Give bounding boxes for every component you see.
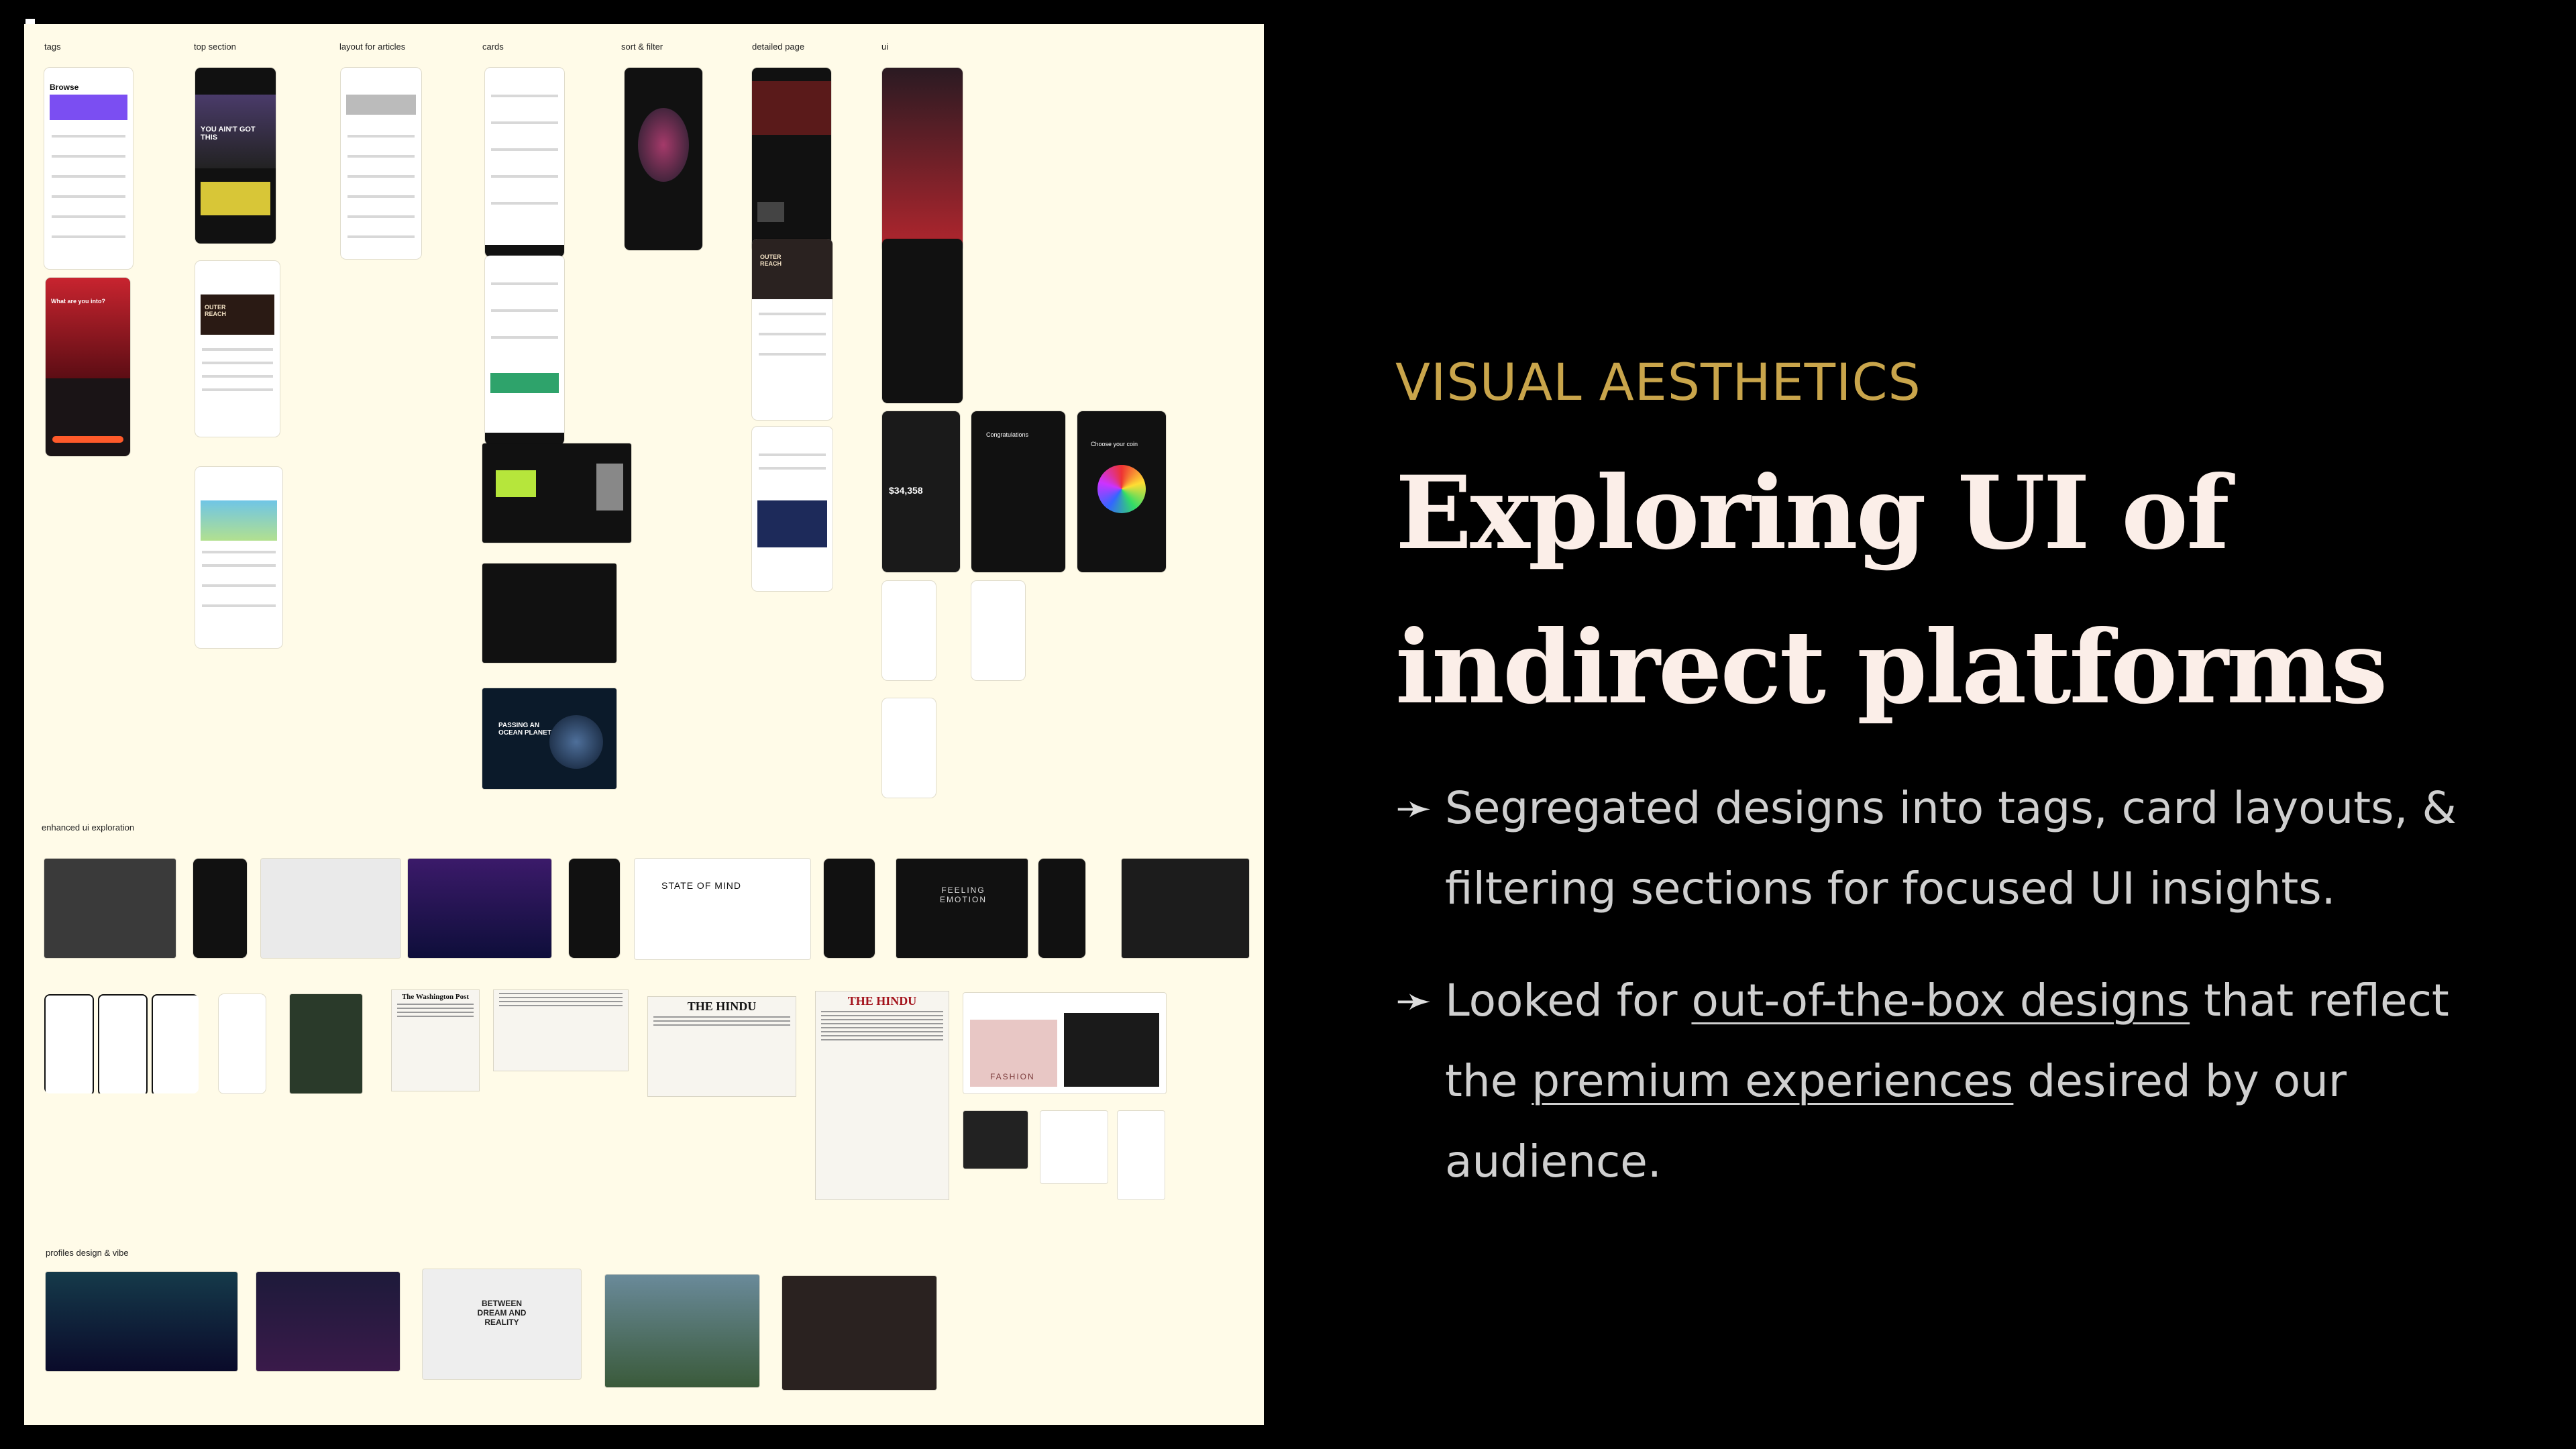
thumb-enh-5[interactable]: [569, 859, 620, 958]
thumb-music-hero-title: YOU AIN'T GOT THIS: [201, 125, 256, 142]
bullet-2-pre: Looked for: [1445, 975, 1692, 1026]
thumb-congrats-title: Congratulations: [986, 431, 1029, 438]
thumb-enh-7[interactable]: [824, 859, 875, 958]
link-out-of-the-box[interactable]: out-of-the-box designs: [1691, 975, 2190, 1026]
thumb-ocean-title: PASSING AN OCEAN PLANET: [498, 722, 551, 737]
thumb-detail-3[interactable]: [752, 427, 833, 591]
thumb-ui-phone-1[interactable]: [882, 581, 936, 680]
thumb-wallet-amount: $34,358: [889, 485, 923, 496]
thumb-cards-2[interactable]: [485, 256, 564, 445]
thumb-fashion-title: FASHION: [990, 1072, 1035, 1081]
title-line-1: Exploring UI of: [1395, 454, 2230, 572]
eyebrow-label: VISUAL AESTHETICS: [1395, 352, 1921, 412]
label-profiles: profiles design & vibe: [46, 1248, 129, 1258]
label-cards: cards: [482, 42, 504, 52]
label-ui: ui: [881, 42, 889, 52]
label-detailed-page: detailed page: [752, 42, 805, 52]
thumb-dark-frame[interactable]: [482, 564, 616, 663]
thumb-enh-phones[interactable]: [44, 994, 199, 1093]
label-top-section: top section: [194, 42, 236, 52]
thumb-music-hero[interactable]: YOU AIN'T GOT THIS: [195, 68, 276, 244]
thumb-wapo-title: The Washington Post: [401, 993, 470, 1001]
thumb-feeling-emotion[interactable]: FEELING EMOTION: [896, 859, 1028, 958]
thumb-detail-2[interactable]: OUTER REACH: [752, 239, 833, 420]
bullet-2-text: Looked for out-of-the-box designs that r…: [1445, 961, 2491, 1202]
thumb-enh-4[interactable]: [408, 859, 551, 958]
thumb-cards-1[interactable]: [485, 68, 564, 257]
thumb-enh-9[interactable]: [1038, 859, 1085, 958]
thumb-dashboard[interactable]: [482, 443, 631, 543]
thumb-interests-title: What are you into?: [51, 298, 105, 305]
thumb-between-dream[interactable]: BETWEEN DREAM AND REALITY: [423, 1269, 581, 1379]
thumb-state-of-mind[interactable]: STATE OF MIND: [635, 859, 810, 959]
thumb-enh-10[interactable]: [1122, 859, 1249, 958]
thumb-coin-title: Choose your coin: [1091, 441, 1138, 447]
thumb-profile-5[interactable]: [782, 1276, 936, 1390]
moodboard-canvas[interactable]: tags top section layout for articles car…: [24, 24, 1264, 1425]
thumb-enh-r2-2[interactable]: [219, 994, 266, 1093]
label-enhanced: enhanced ui exploration: [42, 822, 135, 833]
thumb-fashion[interactable]: FASHION: [963, 993, 1166, 1093]
label-sort-filter: sort & filter: [621, 42, 663, 52]
thumb-fashion-4[interactable]: [1118, 1111, 1165, 1199]
thumb-enh-1[interactable]: [44, 859, 176, 958]
thumb-profile-2[interactable]: [256, 1272, 400, 1371]
bullet-1-text: Segregated designs into tags, card layou…: [1445, 782, 2457, 914]
thumb-enh-2[interactable]: [193, 859, 247, 958]
link-premium-experiences[interactable]: premium experiences: [1532, 1055, 2013, 1107]
thumb-articles[interactable]: [341, 68, 421, 259]
thumb-ui-phone-2[interactable]: [971, 581, 1025, 680]
thumb-hindu-1-title: THE HINDU: [687, 1000, 757, 1013]
thumb-sort-filter[interactable]: [625, 68, 702, 250]
title-line-2: indirect platforms: [1395, 608, 2387, 727]
thumb-ui-1[interactable]: [882, 68, 963, 252]
thumb-ui-phone-3[interactable]: [882, 698, 936, 798]
label-tags: tags: [44, 42, 61, 52]
thumb-fashion-2[interactable]: [963, 1111, 1028, 1169]
thumb-hindu-2[interactable]: THE HINDU: [816, 991, 949, 1199]
thumb-congrats[interactable]: Congratulations: [971, 411, 1065, 572]
arrow-icon: ➛: [1395, 782, 1433, 834]
thumb-outer-reach[interactable]: OUTER REACH: [195, 261, 280, 437]
slide-title: Exploring UI of indirect platforms: [1395, 436, 2502, 745]
thumb-enh-3[interactable]: [261, 859, 400, 958]
thumb-ocean-planet[interactable]: PASSING AN OCEAN PLANET: [482, 688, 616, 789]
thumb-detail-1[interactable]: [752, 68, 831, 252]
thumb-for-you[interactable]: [195, 467, 282, 648]
thumb-wapo[interactable]: The Washington Post: [392, 990, 479, 1091]
thumb-outer-reach-title: OUTER REACH: [205, 304, 227, 317]
thumb-feeling-title: FEELING EMOTION: [940, 885, 987, 904]
thumb-detail-2-title: OUTER REACH: [760, 254, 782, 267]
thumb-hindu-2-title: THE HINDU: [847, 994, 917, 1008]
slide-text-panel: VISUAL AESTHETICS Exploring UI of indire…: [1395, 0, 2536, 1449]
thumb-state-title: STATE OF MIND: [661, 880, 742, 891]
thumb-enh-r2-3[interactable]: [290, 994, 362, 1093]
thumb-paper-2[interactable]: [494, 990, 628, 1071]
thumb-between-title: BETWEEN DREAM AND REALITY: [477, 1299, 527, 1327]
thumb-browse-title: Browse: [50, 83, 79, 92]
label-layout-articles: layout for articles: [339, 42, 406, 52]
corner-marker: [25, 19, 35, 24]
thumb-ui-2[interactable]: [882, 239, 963, 403]
arrow-icon: ➛: [1395, 975, 1433, 1026]
thumb-profile-4[interactable]: [605, 1275, 759, 1387]
thumb-fashion-3[interactable]: [1040, 1111, 1108, 1183]
thumb-wallet[interactable]: $34,358: [882, 411, 960, 572]
thumb-browse[interactable]: Browse: [44, 68, 133, 269]
thumb-interests[interactable]: What are you into?: [46, 278, 130, 456]
thumb-profile-1[interactable]: [46, 1272, 237, 1371]
thumb-coin[interactable]: Choose your coin: [1077, 411, 1166, 572]
thumb-hindu-1[interactable]: THE HINDU: [648, 997, 796, 1096]
